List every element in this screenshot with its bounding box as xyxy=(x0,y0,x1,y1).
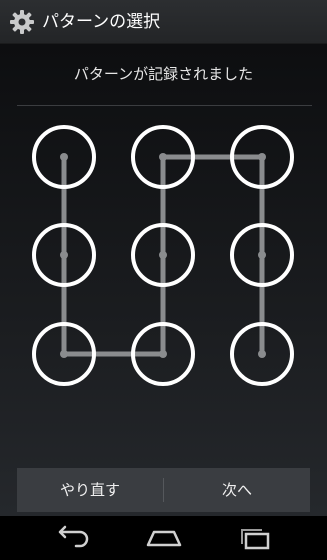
screen: パターンの選択 パターンが記録されました やり直す 次へ xyxy=(0,0,327,560)
page-title: パターンの選択 xyxy=(42,12,161,32)
next-button[interactable]: 次へ xyxy=(164,468,310,512)
content-area: パターンが記録されました やり直す 次へ xyxy=(0,44,327,516)
back-icon[interactable] xyxy=(43,520,103,556)
pattern-grid[interactable] xyxy=(0,44,327,516)
navigation-bar xyxy=(0,516,327,560)
recents-icon[interactable] xyxy=(226,520,286,556)
action-bar: パターンの選択 xyxy=(0,0,327,44)
gear-icon xyxy=(10,10,34,34)
button-bar: やり直す 次へ xyxy=(17,468,310,512)
home-icon[interactable] xyxy=(134,520,194,556)
retry-button[interactable]: やり直す xyxy=(17,468,163,512)
